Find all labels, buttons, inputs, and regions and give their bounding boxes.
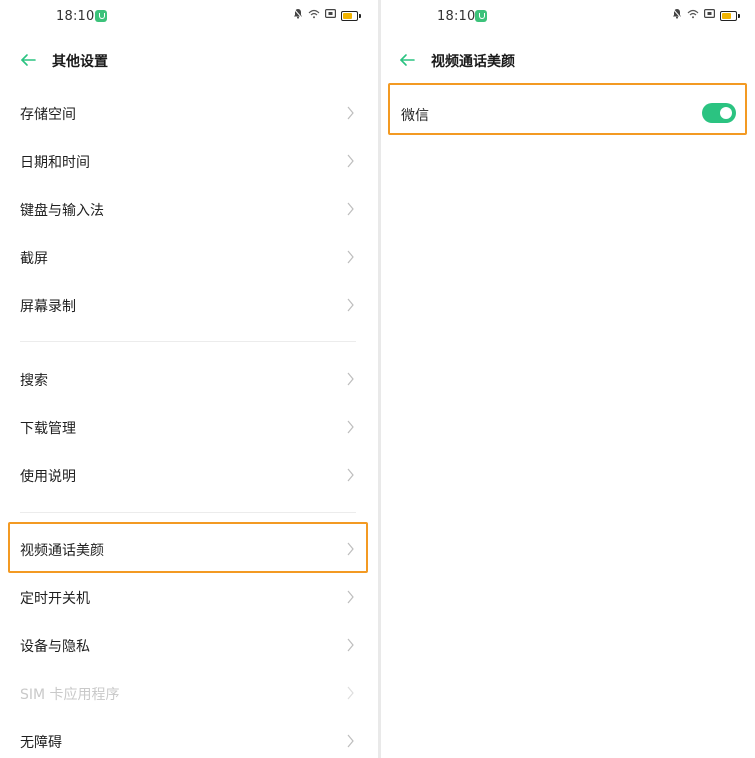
settings-item-label: 设备与隐私 bbox=[20, 639, 90, 655]
settings-item-scheduled-power[interactable]: 定时开关机 bbox=[0, 573, 378, 621]
settings-item-device-privacy[interactable]: 设备与隐私 bbox=[0, 621, 378, 669]
settings-item-label: 无障碍 bbox=[20, 735, 62, 751]
app-header: 视频通话美颜 bbox=[381, 44, 755, 76]
settings-item-user-guide[interactable]: 使用说明 bbox=[0, 451, 378, 499]
settings-item-screenshot[interactable]: 截屏 bbox=[0, 233, 378, 281]
settings-item-label: 存储空间 bbox=[20, 107, 76, 123]
section-divider bbox=[20, 512, 356, 513]
chevron-right-icon bbox=[347, 298, 354, 312]
wechat-beauty-toggle[interactable] bbox=[702, 103, 736, 123]
settings-item-label: 截屏 bbox=[20, 251, 48, 267]
settings-item-label: 屏幕录制 bbox=[20, 299, 76, 315]
page-title: 视频通话美颜 bbox=[431, 54, 515, 70]
settings-item-label: 使用说明 bbox=[20, 469, 76, 485]
chevron-right-icon bbox=[347, 202, 354, 216]
settings-item-sim-apps: SIM 卡应用程序 bbox=[0, 669, 378, 717]
phone-call-icon bbox=[95, 10, 107, 22]
toggle-knob bbox=[720, 107, 732, 119]
settings-item-date-time[interactable]: 日期和时间 bbox=[0, 137, 378, 185]
sim-icon bbox=[325, 9, 337, 23]
settings-item-storage[interactable]: 存储空间 bbox=[0, 89, 378, 137]
battery-icon bbox=[720, 11, 740, 21]
status-icons bbox=[293, 8, 361, 24]
chevron-right-icon bbox=[347, 106, 354, 120]
chevron-right-icon bbox=[347, 468, 354, 482]
bell-mute-icon bbox=[293, 8, 303, 24]
chevron-right-icon bbox=[347, 734, 354, 748]
settings-item-accessibility[interactable]: 无障碍 bbox=[0, 717, 378, 758]
app-row-label: 微信 bbox=[401, 108, 429, 124]
status-bar: 18:10 bbox=[0, 0, 378, 34]
chevron-right-icon bbox=[347, 590, 354, 604]
bell-mute-icon bbox=[672, 8, 682, 24]
arrow-left-icon[interactable] bbox=[397, 46, 417, 74]
settings-item-video-call-beauty[interactable]: 视频通话美颜 bbox=[0, 525, 378, 573]
status-time: 18:10 bbox=[56, 9, 95, 24]
app-row-wechat: 微信 bbox=[381, 85, 755, 141]
settings-item-search[interactable]: 搜索 bbox=[0, 355, 378, 403]
battery-icon bbox=[341, 11, 361, 21]
settings-item-screen-recording[interactable]: 屏幕录制 bbox=[0, 281, 378, 329]
chevron-right-icon bbox=[347, 420, 354, 434]
status-icons bbox=[672, 8, 740, 24]
chevron-right-icon bbox=[347, 154, 354, 168]
chevron-right-icon bbox=[347, 638, 354, 652]
settings-item-label: 搜索 bbox=[20, 373, 48, 389]
phone-call-icon bbox=[475, 10, 487, 22]
chevron-right-icon bbox=[347, 250, 354, 264]
settings-item-keyboard-input[interactable]: 键盘与输入法 bbox=[0, 185, 378, 233]
wifi-icon bbox=[308, 9, 320, 24]
status-bar: 18:10 bbox=[381, 0, 755, 34]
settings-other-panel: 18:10 其他设置 存储空间 日期和时间 键盘与输入法 截屏 屏幕录制 搜索 … bbox=[0, 0, 378, 758]
settings-item-downloads[interactable]: 下载管理 bbox=[0, 403, 378, 451]
page-title: 其他设置 bbox=[52, 54, 108, 70]
settings-item-label: SIM 卡应用程序 bbox=[20, 687, 120, 703]
app-header: 其他设置 bbox=[0, 44, 378, 76]
section-divider bbox=[20, 341, 356, 342]
chevron-right-icon bbox=[347, 372, 354, 386]
settings-item-label: 视频通话美颜 bbox=[20, 543, 104, 559]
status-time: 18:10 bbox=[437, 9, 476, 24]
arrow-left-icon[interactable] bbox=[18, 46, 38, 74]
video-call-beauty-panel: 18:10 视频通话美颜 微信 bbox=[381, 0, 755, 758]
wifi-icon bbox=[687, 9, 699, 24]
settings-item-label: 定时开关机 bbox=[20, 591, 90, 607]
sim-icon bbox=[704, 9, 716, 23]
settings-item-label: 日期和时间 bbox=[20, 155, 90, 171]
settings-item-label: 键盘与输入法 bbox=[20, 203, 104, 219]
chevron-right-icon bbox=[347, 542, 354, 556]
chevron-right-icon bbox=[347, 686, 354, 700]
settings-item-label: 下载管理 bbox=[20, 421, 76, 437]
